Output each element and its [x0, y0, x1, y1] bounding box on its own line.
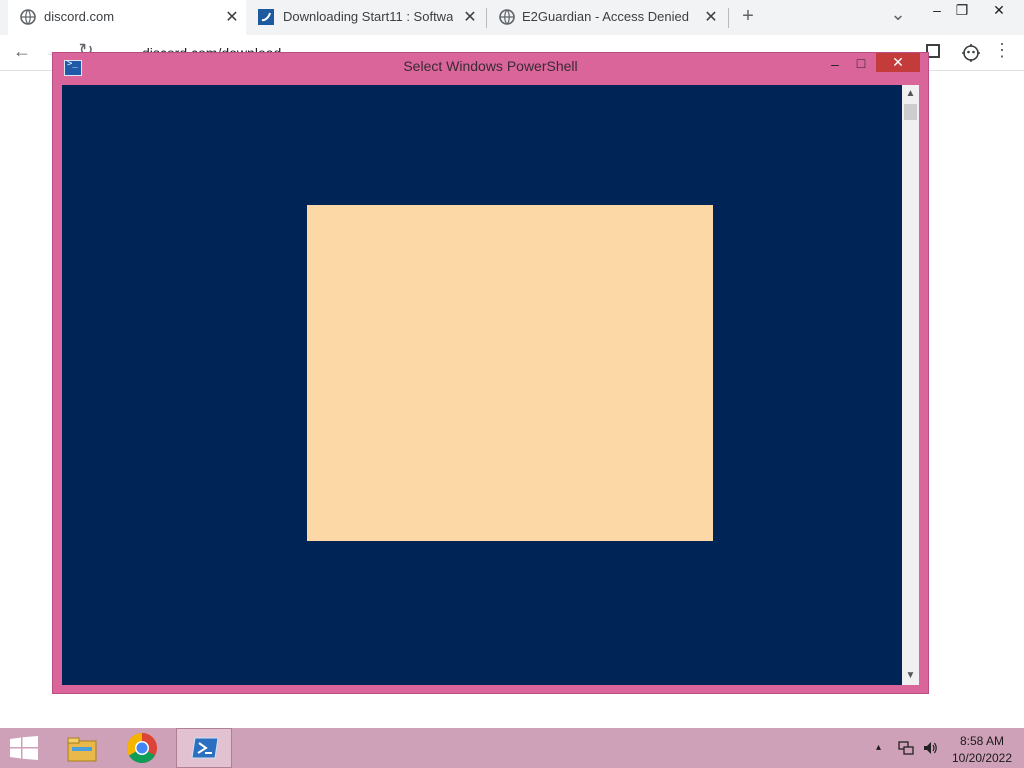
- selection-block: [307, 205, 713, 541]
- taskbar-powershell[interactable]: [176, 728, 232, 768]
- browser-minimize-button[interactable]: –: [923, 2, 951, 18]
- globe-icon: [499, 9, 515, 25]
- taskbar-file-explorer[interactable]: [54, 728, 110, 768]
- taskbar-chrome[interactable]: [115, 728, 171, 768]
- stardock-icon: [258, 9, 274, 25]
- tab-e2guardian[interactable]: E2Guardian - Access Denied ✕: [487, 0, 727, 35]
- browser-restore-button[interactable]: ❐: [948, 2, 976, 19]
- tab-title: discord.com: [44, 9, 115, 24]
- new-tab-button[interactable]: +: [734, 5, 762, 28]
- tab-close-icon[interactable]: ✕: [222, 7, 242, 27]
- folder-icon: [67, 737, 97, 762]
- globe-icon: [20, 9, 36, 25]
- extension-icon[interactable]: [960, 42, 982, 64]
- back-button[interactable]: ←: [8, 41, 36, 62]
- tab-start11[interactable]: Downloading Start11 : Software ✕: [246, 0, 486, 35]
- network-icon[interactable]: [898, 740, 914, 756]
- tab-title: E2Guardian - Access Denied: [522, 9, 689, 24]
- clock-date[interactable]: 10/20/2022: [948, 751, 1016, 765]
- browser-menu-button[interactable]: ⋮: [988, 40, 1016, 61]
- chrome-icon: [126, 733, 157, 764]
- powershell-window-title: Select Windows PowerShell: [403, 58, 578, 74]
- tab-close-icon[interactable]: ✕: [460, 7, 480, 27]
- tab-title: Downloading Start11 : Software: [283, 9, 453, 24]
- powershell-icon: [191, 737, 219, 759]
- volume-icon[interactable]: [922, 740, 938, 756]
- ps-close-button[interactable]: ✕: [876, 53, 920, 72]
- tray-overflow-icon[interactable]: ▴: [876, 742, 881, 753]
- scrollbar-thumb[interactable]: [904, 104, 917, 120]
- scroll-up-icon[interactable]: ▲: [902, 88, 919, 99]
- clock-time[interactable]: 8:58 AM: [952, 734, 1012, 748]
- browser-close-button[interactable]: ✕: [985, 2, 1013, 19]
- ps-minimize-button[interactable]: –: [826, 56, 844, 72]
- ps-maximize-button[interactable]: □: [852, 55, 870, 71]
- tab-discord[interactable]: discord.com ✕: [8, 0, 246, 35]
- scroll-down-icon[interactable]: ▼: [902, 670, 919, 681]
- console-scrollbar[interactable]: [902, 85, 919, 685]
- tab-search-button[interactable]: ⌄: [884, 4, 912, 25]
- tab-divider: [728, 8, 729, 28]
- tab-close-icon[interactable]: ✕: [701, 7, 721, 27]
- windows-start-icon[interactable]: [10, 736, 38, 760]
